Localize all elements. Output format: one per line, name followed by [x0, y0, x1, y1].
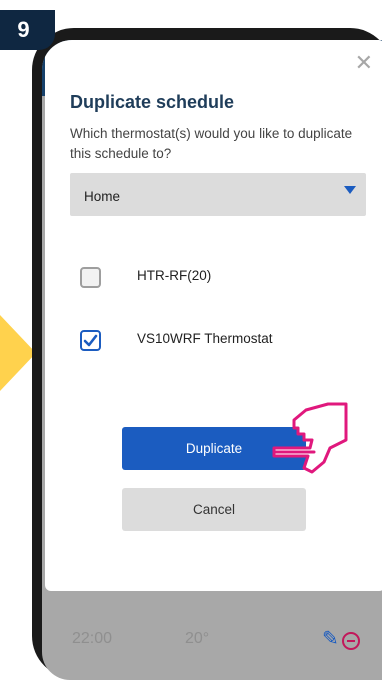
checkbox-checked[interactable] — [80, 330, 101, 351]
thermostat-option[interactable]: VS10WRF Thermostat — [80, 330, 340, 356]
schedule-temp: 20° — [185, 630, 210, 647]
checkbox-unchecked[interactable] — [80, 267, 101, 288]
step-badge: 9 — [0, 10, 55, 50]
duplicate-schedule-dialog: ✕ Duplicate schedule Which thermostat(s)… — [45, 40, 382, 591]
dialog-title: Duplicate schedule — [70, 92, 235, 112]
pencil-icon[interactable]: ✎ — [322, 626, 339, 651]
location-select-value: Home — [84, 189, 121, 204]
dialog-subtitle: Which thermostat(s) would you like to du… — [70, 126, 353, 161]
cancel-button[interactable]: Cancel — [122, 488, 306, 531]
thermostat-option[interactable]: HTR-RF(20) — [80, 267, 340, 293]
check-icon — [83, 334, 98, 347]
caret-down-icon — [344, 186, 356, 194]
minus-circle-icon[interactable] — [342, 632, 360, 650]
location-select[interactable]: Home — [70, 173, 366, 216]
arrow-right-icon — [0, 315, 36, 391]
step-number: 9 — [17, 17, 30, 42]
close-icon[interactable]: ✕ — [355, 50, 373, 76]
schedule-row: 22:00 20° ✎ — [42, 620, 382, 680]
thermostat-option-label: HTR-RF(20) — [137, 268, 212, 283]
phone-screen: 22:00 20° ✎ ✕ Duplicate schedule Which t… — [42, 40, 382, 680]
schedule-time: 22:00 — [72, 630, 113, 647]
thermostat-option-label: VS10WRF Thermostat — [137, 331, 273, 346]
pointing-hand-icon — [272, 402, 348, 474]
